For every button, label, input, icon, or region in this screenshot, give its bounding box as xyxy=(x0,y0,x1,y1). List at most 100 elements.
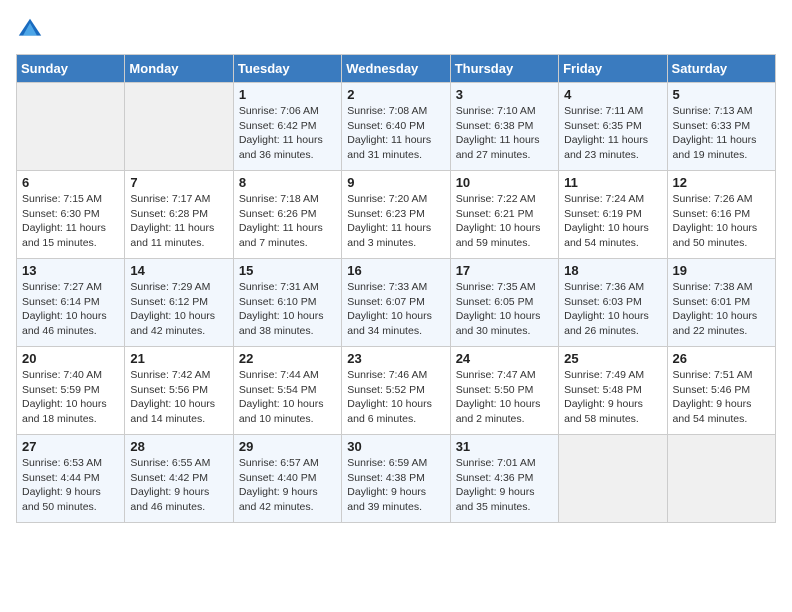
calendar-cell xyxy=(559,435,667,523)
day-info: Sunrise: 7:20 AM Sunset: 6:23 PM Dayligh… xyxy=(347,192,444,251)
day-number: 19 xyxy=(673,263,770,278)
day-number: 28 xyxy=(130,439,227,454)
calendar-cell xyxy=(125,83,233,171)
calendar-cell: 4 Sunrise: 7:11 AM Sunset: 6:35 PM Daylig… xyxy=(559,83,667,171)
day-info: Sunrise: 7:44 AM Sunset: 5:54 PM Dayligh… xyxy=(239,368,336,427)
day-number: 10 xyxy=(456,175,553,190)
day-number: 3 xyxy=(456,87,553,102)
calendar-cell: 22 Sunrise: 7:44 AM Sunset: 5:54 PM Dayli… xyxy=(233,347,341,435)
day-info: Sunrise: 7:06 AM Sunset: 6:42 PM Dayligh… xyxy=(239,104,336,163)
day-number: 22 xyxy=(239,351,336,366)
day-number: 16 xyxy=(347,263,444,278)
day-number: 7 xyxy=(130,175,227,190)
header-day-wednesday: Wednesday xyxy=(342,55,450,83)
day-info: Sunrise: 7:27 AM Sunset: 6:14 PM Dayligh… xyxy=(22,280,119,339)
day-number: 17 xyxy=(456,263,553,278)
header xyxy=(16,16,776,44)
day-number: 31 xyxy=(456,439,553,454)
calendar-cell xyxy=(667,435,775,523)
day-number: 23 xyxy=(347,351,444,366)
calendar-cell: 16 Sunrise: 7:33 AM Sunset: 6:07 PM Dayli… xyxy=(342,259,450,347)
day-number: 25 xyxy=(564,351,661,366)
day-number: 20 xyxy=(22,351,119,366)
logo xyxy=(16,16,48,44)
calendar-cell: 9 Sunrise: 7:20 AM Sunset: 6:23 PM Daylig… xyxy=(342,171,450,259)
day-info: Sunrise: 6:53 AM Sunset: 4:44 PM Dayligh… xyxy=(22,456,119,515)
calendar-cell: 30Sunrise: 6:59 AM Sunset: 4:38 PM Dayli… xyxy=(342,435,450,523)
calendar-cell: 27 Sunrise: 6:53 AM Sunset: 4:44 PM Dayli… xyxy=(17,435,125,523)
day-number: 30 xyxy=(347,439,444,454)
day-info: Sunrise: 7:46 AM Sunset: 5:52 PM Dayligh… xyxy=(347,368,444,427)
calendar-cell xyxy=(17,83,125,171)
week-row-2: 6Sunrise: 7:15 AM Sunset: 6:30 PM Daylig… xyxy=(17,171,776,259)
calendar-cell: 13 Sunrise: 7:27 AM Sunset: 6:14 PM Dayli… xyxy=(17,259,125,347)
day-number: 26 xyxy=(673,351,770,366)
day-number: 13 xyxy=(22,263,119,278)
day-info: Sunrise: 7:13 AM Sunset: 6:33 PM Dayligh… xyxy=(673,104,770,163)
day-number: 2 xyxy=(347,87,444,102)
day-number: 14 xyxy=(130,263,227,278)
calendar-cell: 6Sunrise: 7:15 AM Sunset: 6:30 PM Daylig… xyxy=(17,171,125,259)
day-number: 9 xyxy=(347,175,444,190)
day-info: Sunrise: 7:01 AM Sunset: 4:36 PM Dayligh… xyxy=(456,456,553,515)
day-info: Sunrise: 7:15 AM Sunset: 6:30 PM Dayligh… xyxy=(22,192,119,251)
day-number: 8 xyxy=(239,175,336,190)
day-info: Sunrise: 7:29 AM Sunset: 6:12 PM Dayligh… xyxy=(130,280,227,339)
day-info: Sunrise: 7:22 AM Sunset: 6:21 PM Dayligh… xyxy=(456,192,553,251)
header-day-friday: Friday xyxy=(559,55,667,83)
header-day-monday: Monday xyxy=(125,55,233,83)
header-day-saturday: Saturday xyxy=(667,55,775,83)
calendar-header: SundayMondayTuesdayWednesdayThursdayFrid… xyxy=(17,55,776,83)
day-number: 15 xyxy=(239,263,336,278)
day-number: 27 xyxy=(22,439,119,454)
header-day-thursday: Thursday xyxy=(450,55,558,83)
day-info: Sunrise: 7:31 AM Sunset: 6:10 PM Dayligh… xyxy=(239,280,336,339)
day-info: Sunrise: 7:10 AM Sunset: 6:38 PM Dayligh… xyxy=(456,104,553,163)
day-info: Sunrise: 7:51 AM Sunset: 5:46 PM Dayligh… xyxy=(673,368,770,427)
day-info: Sunrise: 6:55 AM Sunset: 4:42 PM Dayligh… xyxy=(130,456,227,515)
calendar-cell: 11 Sunrise: 7:24 AM Sunset: 6:19 PM Dayli… xyxy=(559,171,667,259)
day-info: Sunrise: 7:26 AM Sunset: 6:16 PM Dayligh… xyxy=(673,192,770,251)
day-info: Sunrise: 7:08 AM Sunset: 6:40 PM Dayligh… xyxy=(347,104,444,163)
day-number: 18 xyxy=(564,263,661,278)
calendar-cell: 28 Sunrise: 6:55 AM Sunset: 4:42 PM Dayli… xyxy=(125,435,233,523)
day-number: 29 xyxy=(239,439,336,454)
header-day-tuesday: Tuesday xyxy=(233,55,341,83)
calendar-cell: 3 Sunrise: 7:10 AM Sunset: 6:38 PM Daylig… xyxy=(450,83,558,171)
calendar-cell: 23 Sunrise: 7:46 AM Sunset: 5:52 PM Dayli… xyxy=(342,347,450,435)
day-info: Sunrise: 7:38 AM Sunset: 6:01 PM Dayligh… xyxy=(673,280,770,339)
calendar-cell: 20 Sunrise: 7:40 AM Sunset: 5:59 PM Dayli… xyxy=(17,347,125,435)
calendar-cell: 10 Sunrise: 7:22 AM Sunset: 6:21 PM Dayli… xyxy=(450,171,558,259)
day-info: Sunrise: 7:18 AM Sunset: 6:26 PM Dayligh… xyxy=(239,192,336,251)
day-info: Sunrise: 7:24 AM Sunset: 6:19 PM Dayligh… xyxy=(564,192,661,251)
day-number: 11 xyxy=(564,175,661,190)
calendar-cell: 5 Sunrise: 7:13 AM Sunset: 6:33 PM Daylig… xyxy=(667,83,775,171)
day-number: 12 xyxy=(673,175,770,190)
logo-icon xyxy=(16,16,44,44)
calendar-cell: 12 Sunrise: 7:26 AM Sunset: 6:16 PM Dayli… xyxy=(667,171,775,259)
day-info: Sunrise: 6:57 AM Sunset: 4:40 PM Dayligh… xyxy=(239,456,336,515)
calendar-cell: 18 Sunrise: 7:36 AM Sunset: 6:03 PM Dayli… xyxy=(559,259,667,347)
calendar-table: SundayMondayTuesdayWednesdayThursdayFrid… xyxy=(16,54,776,523)
calendar-cell: 17 Sunrise: 7:35 AM Sunset: 6:05 PM Dayli… xyxy=(450,259,558,347)
day-info: Sunrise: 7:36 AM Sunset: 6:03 PM Dayligh… xyxy=(564,280,661,339)
calendar-cell: 8 Sunrise: 7:18 AM Sunset: 6:26 PM Daylig… xyxy=(233,171,341,259)
day-number: 5 xyxy=(673,87,770,102)
calendar-cell: 2 Sunrise: 7:08 AM Sunset: 6:40 PM Daylig… xyxy=(342,83,450,171)
day-number: 24 xyxy=(456,351,553,366)
day-number: 4 xyxy=(564,87,661,102)
day-info: Sunrise: 7:40 AM Sunset: 5:59 PM Dayligh… xyxy=(22,368,119,427)
day-info: Sunrise: 7:33 AM Sunset: 6:07 PM Dayligh… xyxy=(347,280,444,339)
header-row: SundayMondayTuesdayWednesdayThursdayFrid… xyxy=(17,55,776,83)
calendar-cell: 15 Sunrise: 7:31 AM Sunset: 6:10 PM Dayli… xyxy=(233,259,341,347)
day-info: Sunrise: 7:35 AM Sunset: 6:05 PM Dayligh… xyxy=(456,280,553,339)
day-info: Sunrise: 7:47 AM Sunset: 5:50 PM Dayligh… xyxy=(456,368,553,427)
week-row-3: 13 Sunrise: 7:27 AM Sunset: 6:14 PM Dayli… xyxy=(17,259,776,347)
day-number: 1 xyxy=(239,87,336,102)
calendar-cell: 1 Sunrise: 7:06 AM Sunset: 6:42 PM Daylig… xyxy=(233,83,341,171)
week-row-4: 20 Sunrise: 7:40 AM Sunset: 5:59 PM Dayli… xyxy=(17,347,776,435)
calendar-cell: 7Sunrise: 7:17 AM Sunset: 6:28 PM Daylig… xyxy=(125,171,233,259)
day-info: Sunrise: 7:11 AM Sunset: 6:35 PM Dayligh… xyxy=(564,104,661,163)
week-row-5: 27 Sunrise: 6:53 AM Sunset: 4:44 PM Dayli… xyxy=(17,435,776,523)
calendar-cell: 14 Sunrise: 7:29 AM Sunset: 6:12 PM Dayli… xyxy=(125,259,233,347)
